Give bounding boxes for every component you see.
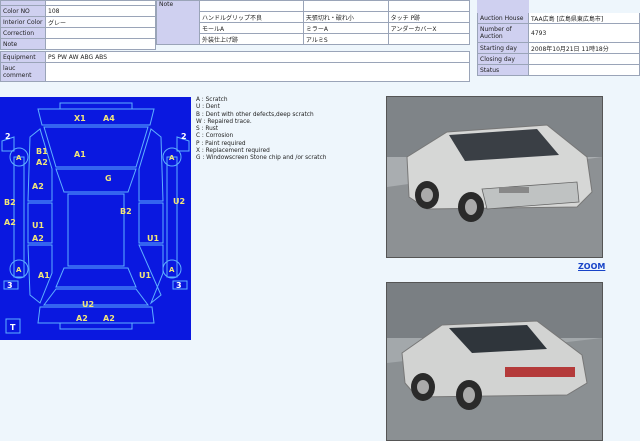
row-auction-house: Auction House TAA広島 [広島県東広島市] [477,12,640,24]
mark-u1-right: U1 [147,234,159,243]
mark-t: T [10,323,16,332]
row-lauc-comment: lauc comment [0,62,470,82]
legend-item: X : Replacement required [196,148,270,155]
equipment-panel: Equipment PS PW AW ABG ABS lauc comment [0,51,470,82]
mark-a1-hood: A1 [74,150,86,159]
mark-2-right: 2 [181,132,187,141]
mark-a2-left-lower: A2 [32,234,44,243]
mark-a2-front-left: A2 [36,158,48,167]
mark-u2-bottom: U2 [82,300,94,309]
car-photo-rear[interactable] [386,282,603,441]
car-outline-diagram: X1 A4 2 2 B1 A2 A1 G A2 B2 B2 U2 A2 U1 A… [1,102,190,334]
legend-item: S : Rust [196,126,219,133]
note-row: 外装仕上げ跡 アルミS [157,33,471,45]
note-label: Note [156,0,200,45]
row-note: Note [0,38,156,50]
row-closing-day: Closing day [477,53,640,65]
row-color-no: Color NO 108 [0,5,156,17]
mark-a2-bottom-2: A2 [103,314,115,323]
row-starting-day: Starting day 2008年10月21日 11時18分 [477,42,640,54]
mark-u1-left: U1 [32,221,44,230]
note-row: ハンドルグリップ不良 天張切れ・破れ小 タッチ P跡 [157,11,471,23]
note-table: Note ハンドルグリップ不良 天張切れ・破れ小 タッチ P跡 モールA ミラーA アン… [156,0,471,45]
equipment-table: Equipment PS PW AW ABG ABS lauc comment [0,51,470,82]
legend-item: C : Corrosion [196,133,234,140]
mark-3-left: 3 [7,281,13,290]
damage-diagram: X1 A4 2 2 B1 A2 A1 G A2 B2 B2 U2 A2 U1 A… [0,97,191,340]
mark-a1-left: A1 [38,271,50,280]
mark-b2-left: B2 [4,198,16,207]
note-panel: Note ハンドルグリップ不良 天張切れ・破れ小 タッチ P跡 モールA ミラーA アン… [156,0,471,45]
mark-a2-left: A2 [32,182,44,191]
mark-b2-center: B2 [120,207,132,216]
mark-3-right: 3 [176,281,182,290]
mark-a2-side: A2 [4,218,16,227]
car-photo-front[interactable] [386,96,603,258]
row-correction: Correction [0,27,156,39]
mark-wheel-rl: A [16,266,22,274]
mark-wheel-fl: A [16,154,22,162]
auction-panel: Auction House TAA広島 [広島県東広島市] Number of A… [477,0,640,76]
legend-item: W : Repaired trace. [196,118,252,125]
auction-table: Auction House TAA広島 [広島県東広島市] Number of A… [477,0,640,76]
row-equipment: Equipment PS PW AW ABG ABS [0,51,470,63]
damage-legend: A : Scratch U : Dent B : Dent with other… [196,97,326,163]
row-status: Status [477,64,640,76]
car-front-image [387,97,602,257]
row-number-of-auction: Number of Auction 4793 [477,23,640,43]
mark-u1-rear-right: U1 [139,271,151,280]
mark-b1: B1 [36,147,48,156]
note-row: モールA ミラーA アンダーカバーX [157,22,471,34]
legend-item: G : Windowscreen Stone chip and /or scra… [196,155,327,162]
legend-item: B : Dent with other defects,deep scratch [196,111,314,118]
legend-item: A : Scratch [196,97,228,103]
vehicle-info-table: Color NO 108 Interior Color グレー Correction… [0,0,156,50]
mark-wheel-fr: A [169,154,175,162]
mark-2-left: 2 [5,132,11,141]
car-rear-image [387,283,602,440]
mark-x1: X1 [74,114,86,123]
mark-a4: A4 [103,114,115,123]
mark-wheel-rr: A [169,266,175,274]
zoom-link[interactable]: ZOOM [578,262,605,271]
mark-u2-right: U2 [173,197,185,206]
mark-g: G [105,174,112,183]
row-interior-color: Interior Color グレー [0,16,156,28]
legend-item: P : Paint required [196,140,246,147]
legend-item: U : Dent [196,104,220,111]
mark-a2-bottom-1: A2 [76,314,88,323]
vehicle-info-panel: Color NO 108 Interior Color グレー Correction… [0,0,156,50]
